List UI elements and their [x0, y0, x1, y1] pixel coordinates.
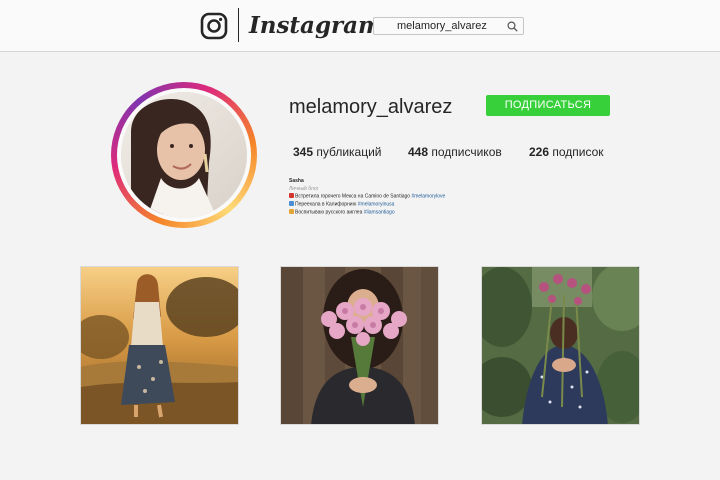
post-thumbnail[interactable] — [481, 266, 640, 425]
baby-icon — [289, 209, 294, 215]
instagram-wordmark[interactable]: Instagram — [249, 9, 382, 43]
hashtag-link[interactable]: #melamorylove — [411, 194, 445, 200]
heart-icon — [289, 193, 294, 199]
bio-line: Воспитываю русского аиглеа #liamsantiago — [289, 209, 459, 217]
post-image-garden — [482, 267, 639, 424]
hashtag-link[interactable]: #melamoryinusa — [358, 202, 395, 208]
avatar-photo — [121, 92, 247, 218]
bio-subtitle: Личный блог — [289, 185, 319, 192]
search-input-value: melamory_alvarez — [397, 20, 487, 32]
stat-label: публикаций — [316, 145, 382, 159]
stat-count: 226 — [529, 145, 550, 159]
bio-name: Sasha — [289, 178, 304, 184]
profile-bio: Sasha Личный блог Встретила горячего Мек… — [289, 178, 459, 217]
search-icon[interactable] — [507, 21, 518, 32]
instagram-logo-icon[interactable] — [200, 12, 228, 40]
post-image-field — [81, 267, 238, 424]
post-thumbnail[interactable] — [280, 266, 439, 425]
follow-button[interactable]: ПОДПИСАТЬСЯ — [486, 95, 610, 116]
posts-count-stat: 345 публикаций — [293, 145, 382, 159]
top-navigation-bar: Instagram melamory_alvarez — [0, 0, 720, 52]
bio-line: Встретила горячего Мексa на Camino de Sa… — [289, 193, 459, 201]
stat-count: 448 — [408, 145, 429, 159]
logo-divider — [238, 8, 239, 42]
post-thumbnail[interactable] — [80, 266, 239, 425]
search-input[interactable]: melamory_alvarez — [373, 17, 524, 35]
avatar-portrait-image — [121, 92, 247, 218]
profile-username: melamory_alvarez — [289, 96, 453, 118]
bio-line: Переехала в Калифорнию #melamoryinusa — [289, 201, 459, 209]
following-count-stat[interactable]: 226 подписок — [529, 145, 604, 159]
house-icon — [289, 201, 294, 207]
followers-count-stat[interactable]: 448 подписчиков — [408, 145, 502, 159]
post-image-bouquet — [281, 267, 438, 424]
hashtag-link[interactable]: #liamsantiago — [364, 210, 395, 216]
stat-count: 345 — [293, 145, 314, 159]
stat-label: подписок — [552, 145, 604, 159]
profile-avatar[interactable] — [111, 82, 257, 228]
stat-label: подписчиков — [431, 145, 502, 159]
